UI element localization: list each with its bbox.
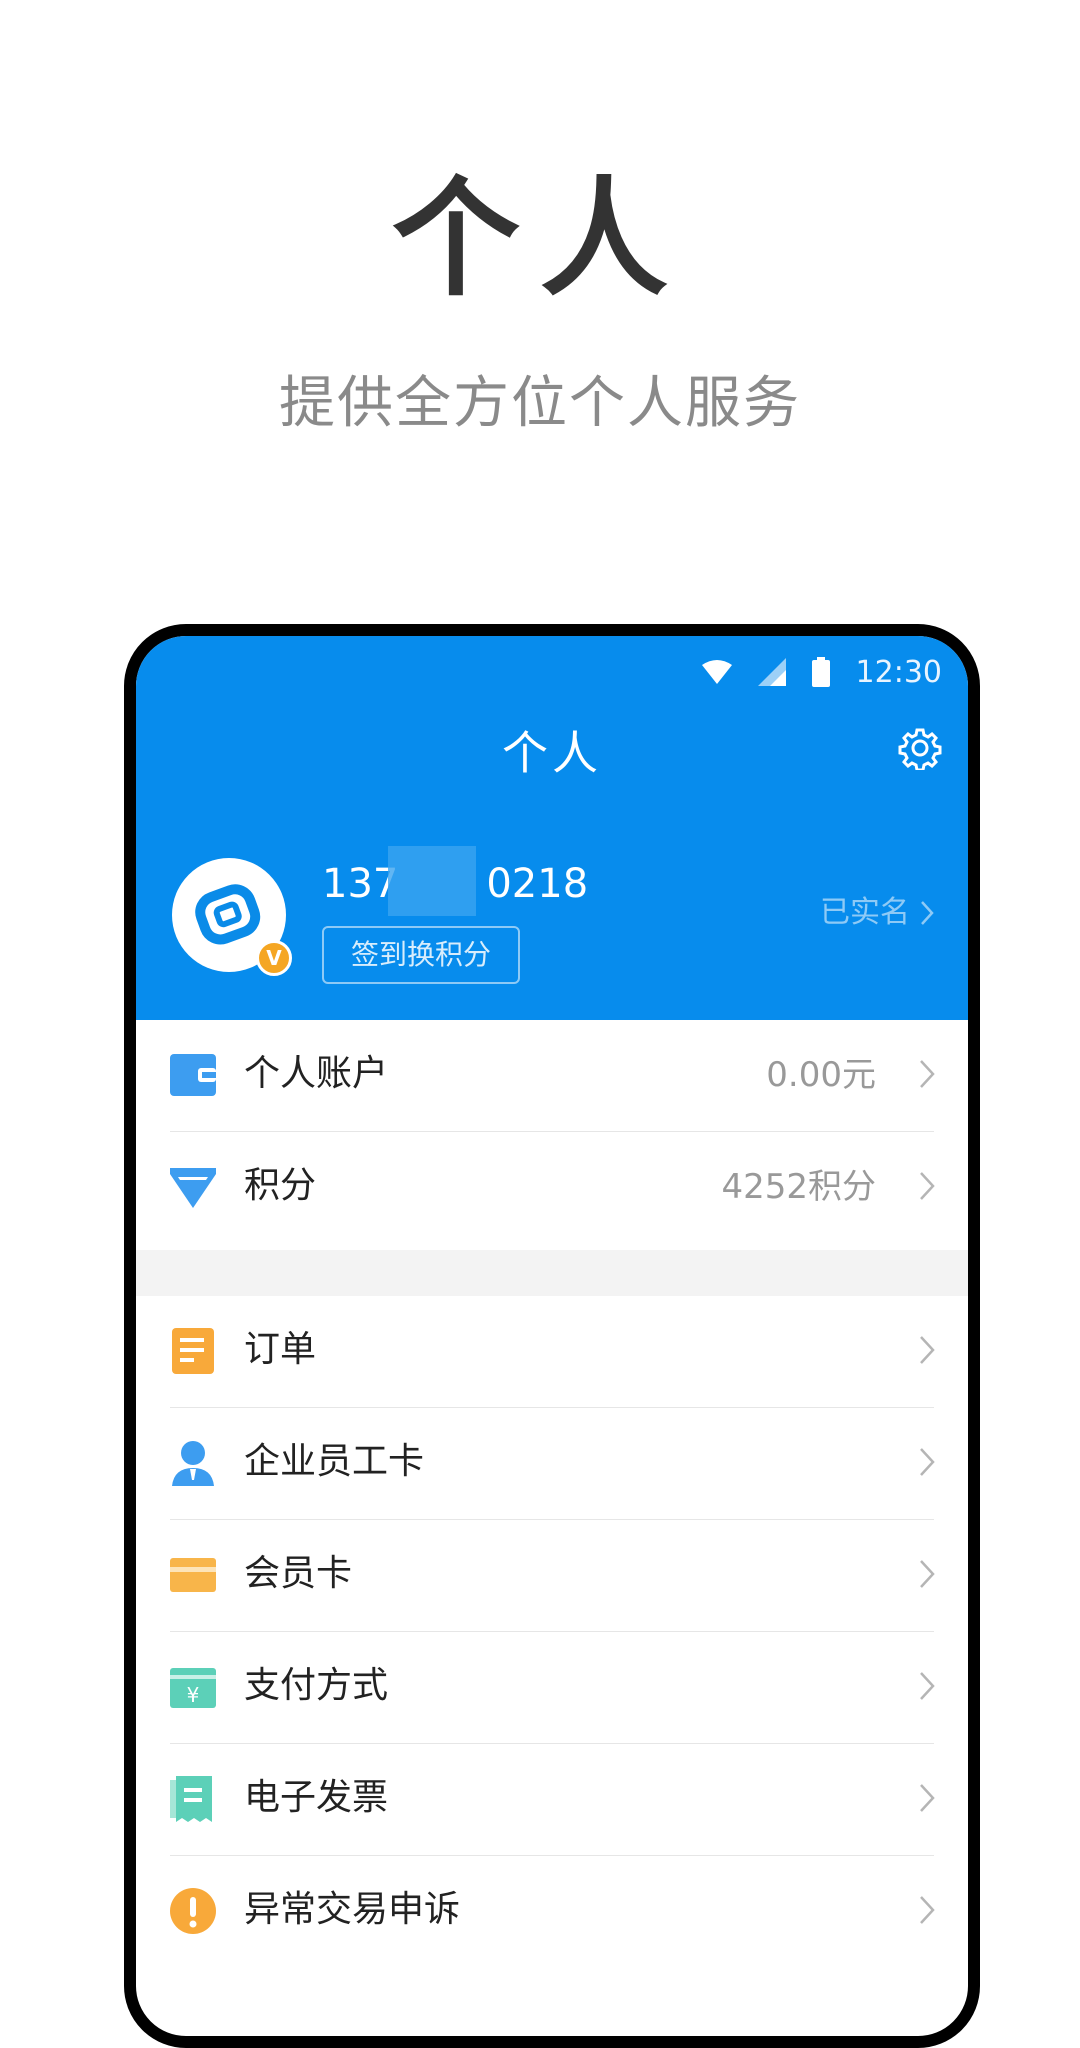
- alert-icon: [170, 1888, 216, 1934]
- chevron-right-icon: [920, 1172, 935, 1200]
- verified-badge: V: [256, 940, 292, 976]
- phone-frame: 12:30 个人 V 137 0218 签到换积分 已实名 个人账户 0.00元…: [124, 624, 980, 2048]
- payment-icon: ¥: [170, 1668, 216, 1708]
- verified-label: 已实名: [820, 895, 910, 930]
- verified-link[interactable]: 已实名: [820, 898, 934, 928]
- account-row[interactable]: 个人账户 0.00元: [136, 1020, 968, 1132]
- menu-item-member-card[interactable]: 会员卡: [136, 1520, 968, 1632]
- profile-header: 12:30 个人 V 137 0218 签到换积分 已实名: [136, 636, 968, 1020]
- chevron-right-icon: [920, 1560, 935, 1588]
- menu-item-employee-card[interactable]: 企业员工卡: [136, 1408, 968, 1520]
- menu-label: 电子发票: [244, 1777, 389, 1818]
- wallet-icon: [170, 1054, 216, 1096]
- menu-label: 企业员工卡: [244, 1441, 425, 1482]
- points-value: 4252积分: [721, 1167, 876, 1207]
- chevron-right-icon: [920, 1448, 935, 1476]
- phone-prefix: 137: [322, 861, 399, 907]
- promo-title: 个人: [391, 165, 688, 314]
- chevron-right-icon: [920, 1060, 935, 1088]
- status-bar: 12:30: [701, 652, 942, 692]
- signal-icon: [757, 658, 786, 686]
- points-row[interactable]: 积分 4252积分: [136, 1132, 968, 1244]
- invoice-icon: [170, 1776, 212, 1822]
- wifi-icon: [701, 660, 732, 684]
- battery-icon: [811, 657, 830, 687]
- member-card-icon: [170, 1558, 216, 1592]
- diamond-icon: [170, 1168, 216, 1208]
- menu-label: 异常交易申诉: [244, 1889, 461, 1930]
- phone-suffix: 0218: [486, 861, 589, 907]
- chevron-right-icon: [920, 1896, 935, 1924]
- section-gap: [136, 1250, 968, 1296]
- chevron-right-icon: [920, 1672, 935, 1700]
- chevron-right-icon: [920, 1784, 935, 1812]
- chevron-right-icon: [921, 901, 934, 925]
- menu-label: 订单: [244, 1329, 317, 1370]
- status-time: 12:30: [855, 654, 942, 690]
- phone-mask: [388, 846, 476, 916]
- checkin-button[interactable]: 签到换积分: [322, 926, 520, 984]
- menu-item-payment[interactable]: ¥ 支付方式: [136, 1632, 968, 1744]
- promo-subtitle: 提供全方位个人服务: [279, 371, 801, 436]
- menu-item-invoice[interactable]: 电子发票: [136, 1744, 968, 1856]
- menu-item-appeal[interactable]: 异常交易申诉: [136, 1856, 968, 1968]
- order-icon: [172, 1328, 214, 1374]
- account-value: 0.00元: [766, 1055, 876, 1095]
- employee-icon: [172, 1441, 214, 1486]
- svg-text:¥: ¥: [187, 1683, 200, 1707]
- gear-icon[interactable]: [898, 726, 942, 770]
- app-title: 个人: [502, 726, 602, 780]
- account-label: 个人账户: [244, 1053, 389, 1094]
- menu-label: 支付方式: [244, 1665, 389, 1706]
- menu-label: 会员卡: [244, 1553, 353, 1594]
- menu-item-order[interactable]: 订单: [136, 1296, 968, 1408]
- points-label: 积分: [244, 1165, 317, 1206]
- chevron-right-icon: [920, 1336, 935, 1364]
